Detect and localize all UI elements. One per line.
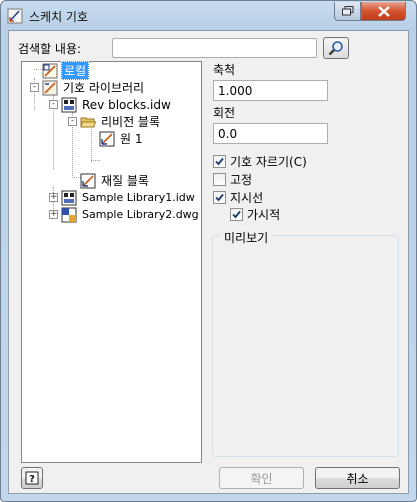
- sketch-symbol-icon: [42, 63, 58, 78]
- checkbox-label: 고정: [230, 172, 253, 187]
- checkbox-label: 기호 자르기(C): [230, 154, 307, 169]
- tree-node-label: Rev blocks.idw: [82, 97, 171, 112]
- leader-checkbox[interactable]: 지시선: [213, 189, 263, 205]
- collapse-toggle[interactable]: -: [30, 83, 39, 92]
- rotation-label: 회전: [213, 106, 236, 120]
- checkbox-label: 지시선: [230, 190, 264, 205]
- restore-icon: [341, 6, 353, 16]
- magnifier-icon: [328, 41, 343, 56]
- window-title: 스케치 기호: [29, 10, 89, 24]
- folder-open-icon: [80, 117, 96, 127]
- sketch-symbol-icon: [42, 80, 58, 95]
- help-button[interactable]: ?: [21, 467, 43, 489]
- search-input[interactable]: [112, 38, 317, 58]
- tree-node-sample-library2[interactable]: Sample Library2.dwg: [61, 206, 201, 223]
- scale-input[interactable]: [213, 80, 328, 101]
- tree-node-revision-blocks[interactable]: 리비전 블록: [80, 113, 162, 130]
- rotation-input[interactable]: [213, 123, 328, 144]
- tree-node-symbol-library[interactable]: 기호 라이브러리: [42, 79, 146, 96]
- checkbox-box[interactable]: [213, 190, 226, 204]
- tree-node-circle-1[interactable]: 원 1: [99, 130, 145, 147]
- sketch-symbols-dialog: 스케치 기호 검색할 내용: 로컬 - 기호 라이브러리 - Rev block…: [0, 0, 417, 502]
- tree-node-label: 원 1: [120, 132, 143, 146]
- tree-node-label: Sample Library1.idw: [82, 191, 195, 204]
- ok-button[interactable]: 확인: [219, 467, 304, 489]
- preview-label: 미리보기: [221, 229, 272, 246]
- scale-label: 축척: [213, 63, 236, 77]
- close-button[interactable]: [361, 2, 406, 21]
- drawing-file-icon: [61, 97, 77, 112]
- cancel-button[interactable]: 취소: [315, 467, 400, 489]
- static-checkbox[interactable]: 고정: [213, 171, 252, 187]
- tree-node-label: 재질 블록: [101, 174, 149, 188]
- checkbox-box[interactable]: [213, 154, 226, 168]
- tree-node-label: 리비전 블록: [101, 115, 161, 129]
- svg-text:?: ?: [29, 474, 35, 485]
- tree-node-material-block[interactable]: 재질 블록: [80, 172, 151, 189]
- collapse-toggle[interactable]: -: [49, 100, 58, 109]
- tree-node-label: 기호 라이브러리: [63, 81, 145, 95]
- checkbox-box[interactable]: [213, 172, 226, 186]
- sketch-symbol-app-icon: [7, 8, 23, 24]
- symbol-tree[interactable]: 로컬 - 기호 라이브러리 - Rev blocks.idw - 리비전 블록 …: [21, 61, 202, 463]
- sketch-symbol-icon: [99, 131, 115, 146]
- visible-checkbox[interactable]: 가시적: [230, 206, 280, 222]
- drawing-file-icon: [61, 190, 77, 205]
- collapse-toggle[interactable]: -: [68, 117, 77, 126]
- dialog-body: 검색할 내용: 로컬 - 기호 라이브러리 - Rev blocks.idw -…: [8, 30, 409, 494]
- dwg-file-icon: [61, 207, 77, 222]
- checkmark-icon: [215, 193, 224, 201]
- checkmark-icon: [215, 157, 224, 165]
- help-icon: ?: [25, 471, 39, 485]
- tree-node-label: 로컬: [61, 61, 90, 80]
- tree-node-label: Sample Library2.dwg: [82, 208, 199, 221]
- close-x-icon: [377, 5, 390, 17]
- sketch-symbol-icon: [80, 173, 96, 188]
- search-label: 검색할 내용:: [18, 42, 82, 56]
- checkbox-box[interactable]: [230, 207, 243, 221]
- checkmark-icon: [232, 210, 241, 218]
- restore-button[interactable]: [334, 2, 361, 21]
- checkbox-label: 가시적: [247, 207, 281, 222]
- expand-toggle[interactable]: +: [49, 210, 58, 219]
- preview-panel: [212, 235, 399, 457]
- tree-node-sample-library1[interactable]: Sample Library1.idw: [61, 189, 197, 206]
- clip-symbol-checkbox[interactable]: 기호 자르기(C): [213, 153, 307, 169]
- search-button[interactable]: [323, 37, 349, 59]
- tree-node-local[interactable]: 로컬: [42, 61, 90, 80]
- title-bar[interactable]: 스케치 기호: [1, 1, 416, 29]
- expand-toggle[interactable]: +: [49, 193, 58, 202]
- tree-node-rev-blocks[interactable]: Rev blocks.idw: [61, 96, 173, 113]
